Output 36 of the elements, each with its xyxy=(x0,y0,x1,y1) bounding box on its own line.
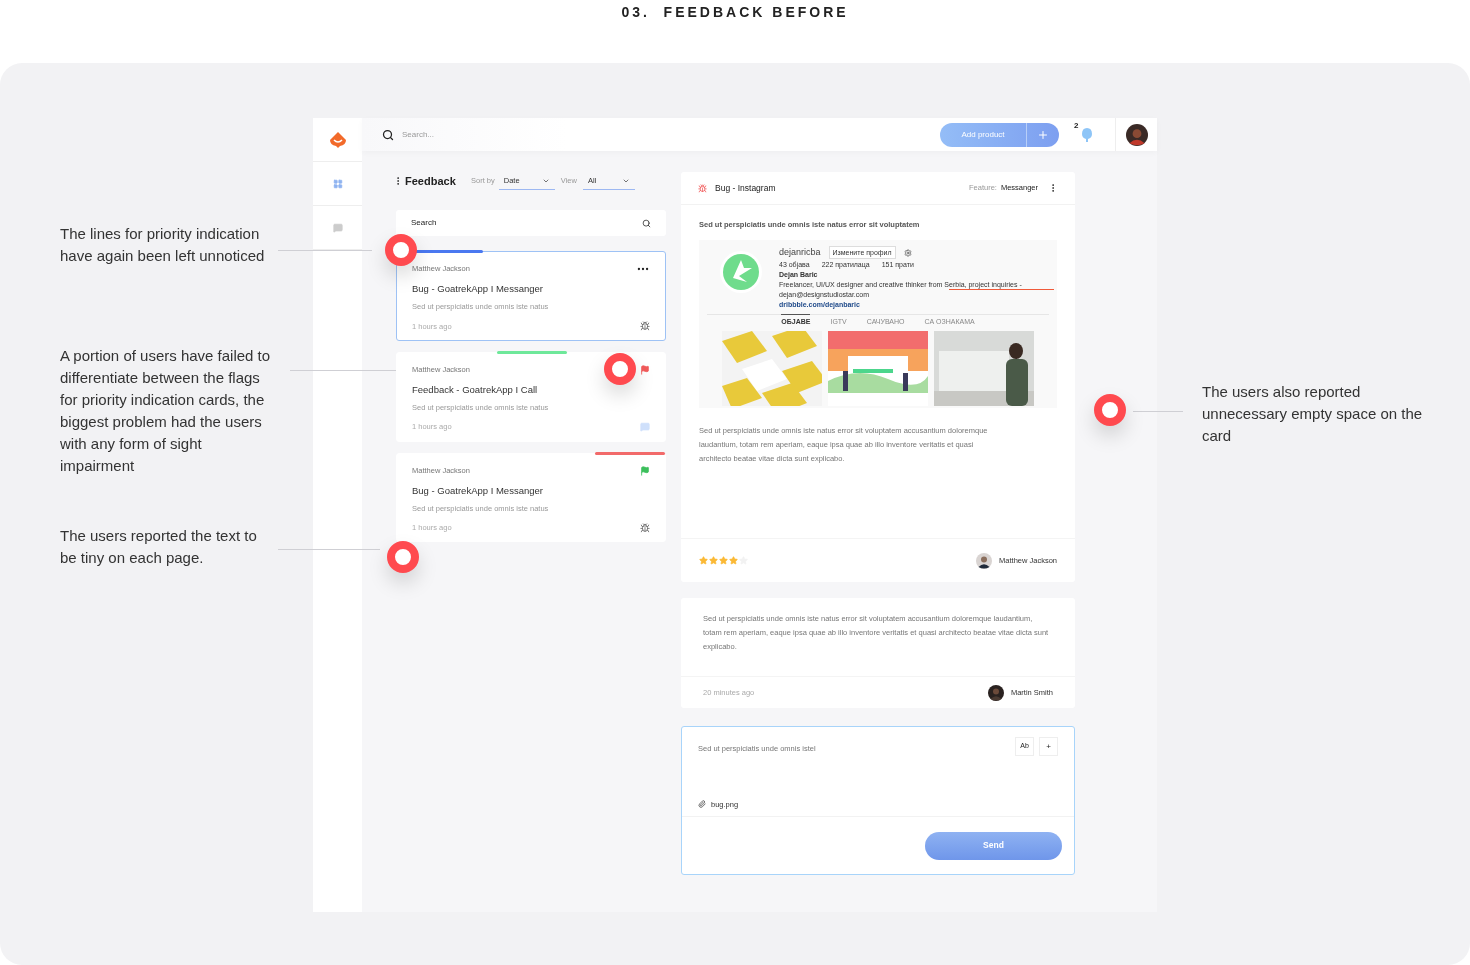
bug-icon xyxy=(698,183,707,193)
search-icon xyxy=(382,128,394,141)
page-title: 03. FEEDBACK BEFORE xyxy=(621,3,849,22)
annotation-text: The users also reported unnecessary empty space on the card xyxy=(1202,382,1424,446)
search-icon xyxy=(642,218,651,228)
chat-icon xyxy=(640,421,650,432)
add-button[interactable]: + xyxy=(1039,737,1058,756)
profile-username: dejanricba xyxy=(779,248,821,258)
search-field[interactable]: Search... xyxy=(402,128,542,141)
star-icon xyxy=(719,556,728,565)
annotation-text: The users reported the text to be tiny on each page. xyxy=(60,526,258,568)
avatar xyxy=(987,684,1004,701)
search-bar[interactable]: Search xyxy=(396,210,666,236)
paperclip-icon xyxy=(698,800,706,809)
user-avatar[interactable] xyxy=(1125,123,1148,146)
card-title: Bug - GoatrekApp I Messanger xyxy=(412,282,544,296)
star-icon xyxy=(699,556,708,565)
star-icon xyxy=(739,556,748,565)
star-icon xyxy=(709,556,718,565)
avatar xyxy=(976,552,993,569)
plus-icon xyxy=(1037,128,1049,141)
annotation-text: A portion of users have failed to differentiate between the flags for priority indication cards, the biggest problem had the users with any form of sight impairment xyxy=(60,346,272,476)
profile-logo xyxy=(719,250,763,295)
annotation-text: The lines for priority indication have again been left unnoticed xyxy=(60,224,266,266)
notification-count: 2 xyxy=(1074,119,1079,132)
card-title: Bug - GoatrekApp I Messanger xyxy=(412,483,544,498)
leader-line xyxy=(1133,411,1183,412)
detail-title: Bug - Instagram xyxy=(715,181,777,195)
list-title: Feedback xyxy=(405,173,457,189)
bug-icon xyxy=(640,321,650,332)
search-field[interactable]: Search xyxy=(411,217,642,229)
logo-icon xyxy=(328,130,347,149)
bug-icon xyxy=(640,522,650,533)
star-icon xyxy=(729,556,738,565)
card-title: Feedback - GoatrekApp I Call xyxy=(412,382,539,397)
settings-icon[interactable] xyxy=(903,248,912,257)
